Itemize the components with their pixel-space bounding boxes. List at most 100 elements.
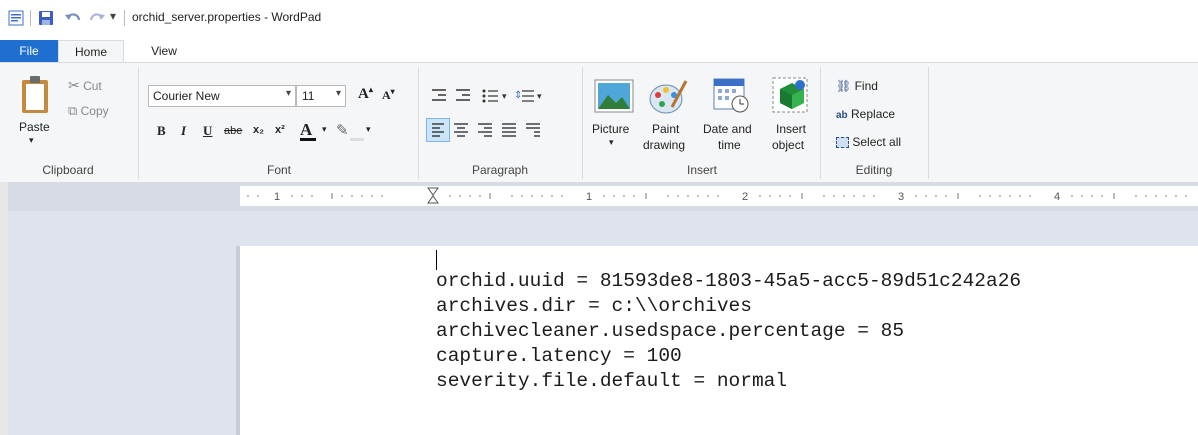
- undo-icon[interactable]: [64, 10, 82, 26]
- line-spacing-icon: [522, 90, 534, 102]
- group-divider: [138, 67, 139, 179]
- window-title: orchid_server.properties - WordPad: [132, 10, 322, 24]
- copy-button[interactable]: ⧉ Copy: [68, 103, 109, 119]
- scissors-icon: ✂: [68, 77, 80, 93]
- editing-group-label: Editing: [855, 163, 893, 177]
- italic-button[interactable]: I: [181, 123, 186, 139]
- wordpad-app-icon[interactable]: [8, 10, 24, 26]
- font-size-value: 11: [302, 89, 315, 103]
- copy-icon: ⧉: [68, 103, 78, 118]
- svg-text:⇕: ⇕: [514, 90, 522, 101]
- ruler-mark-3: 2: [742, 191, 748, 203]
- document-line[interactable]: orchid.uuid = 81593de8-1803-45a5-acc5-89…: [436, 270, 1021, 292]
- strikethrough-button[interactable]: abe: [224, 125, 242, 137]
- superscript-button[interactable]: x²: [275, 124, 285, 136]
- document-line[interactable]: archives.dir = c:\\orchives: [436, 295, 752, 317]
- window-left-border: [0, 182, 8, 435]
- copy-label: Copy: [80, 104, 109, 118]
- ruler-mark-1: 1: [274, 191, 280, 203]
- shrink-font-icon: A: [382, 88, 391, 102]
- group-divider: [820, 67, 821, 179]
- title-divider: [124, 10, 125, 26]
- paragraph-group-label: Paragraph: [471, 163, 529, 177]
- bullets-icon: [482, 89, 486, 103]
- bold-button[interactable]: B: [157, 123, 166, 139]
- paint-drawing-icon[interactable]: [648, 77, 688, 115]
- date-time-icon[interactable]: [712, 77, 752, 115]
- alignment-row: [432, 123, 540, 137]
- select-all-icon: [836, 137, 849, 149]
- font-family-select[interactable]: Courier New ▾: [148, 85, 296, 107]
- find-label: Find: [854, 79, 878, 93]
- clipboard-group-label: Clipboard: [42, 163, 94, 177]
- group-divider: [582, 67, 583, 179]
- paste-icon[interactable]: [20, 75, 50, 115]
- svg-text:▾: ▾: [537, 91, 542, 101]
- tab-file[interactable]: File: [0, 40, 58, 62]
- indent-marker-icon: [427, 187, 439, 204]
- text-color-icon: A: [300, 120, 313, 139]
- date-time-label-2[interactable]: time: [718, 138, 741, 152]
- group-divider: [928, 67, 929, 179]
- group-divider: [418, 67, 419, 179]
- date-time-label-1[interactable]: Date and: [703, 122, 752, 136]
- font-family-value: Courier New: [153, 89, 220, 103]
- paste-label[interactable]: Paste: [19, 120, 50, 134]
- chevron-down-icon[interactable]: ▾: [366, 124, 371, 135]
- chevron-down-icon: ▾: [335, 88, 341, 99]
- paste-dropdown-icon[interactable]: ▾: [29, 135, 34, 146]
- title-bar: ▾ orchid_server.properties - WordPad: [0, 0, 1198, 37]
- ruler[interactable]: 1 1 2 3 4: [240, 186, 1198, 206]
- customize-qat-icon[interactable]: ▾: [110, 9, 116, 23]
- paint-drawing-label-1[interactable]: Paint: [652, 122, 679, 136]
- ruler-mark-5: 4: [1054, 191, 1060, 203]
- qat-divider: [30, 10, 31, 26]
- text-caret: [436, 250, 437, 270]
- grow-font-button[interactable]: A▴: [358, 85, 373, 103]
- cut-label: Cut: [83, 79, 102, 93]
- document-line[interactable]: capture.latency = 100: [436, 345, 682, 367]
- insert-object-label-1[interactable]: Insert: [776, 122, 806, 136]
- font-size-select[interactable]: 11 ▾: [296, 85, 346, 107]
- highlight-swatch: [350, 138, 364, 141]
- insert-object-icon[interactable]: [770, 75, 810, 115]
- paragraph-settings-icon: [526, 123, 540, 137]
- font-group-label: Font: [266, 163, 291, 177]
- subscript-button[interactable]: x₂: [253, 124, 264, 136]
- replace-button[interactable]: ab Replace: [836, 107, 895, 121]
- replace-icon: ab: [836, 110, 848, 121]
- picture-icon[interactable]: [594, 79, 634, 113]
- paint-drawing-label-2[interactable]: drawing: [643, 138, 685, 152]
- grow-font-icon: A: [358, 86, 369, 102]
- replace-label: Replace: [851, 107, 896, 121]
- text-color-button[interactable]: A: [300, 120, 316, 141]
- find-button[interactable]: ⛓ Find: [836, 79, 878, 93]
- save-icon[interactable]: [38, 10, 54, 26]
- binoculars-icon: ⛓: [836, 79, 852, 93]
- svg-text:▾: ▾: [502, 91, 507, 101]
- document-line[interactable]: severity.file.default = normal: [436, 370, 787, 392]
- redo-icon[interactable]: [88, 10, 106, 26]
- shrink-font-button[interactable]: A▾: [382, 87, 395, 103]
- align-left-icon: [432, 123, 444, 137]
- select-all-button[interactable]: Select all: [836, 135, 901, 149]
- ribbon: Paste ▾ ✂ Cut ⧉ Copy Clipboard Courier N…: [0, 62, 1198, 184]
- tab-view[interactable]: View: [140, 40, 188, 62]
- tab-home[interactable]: Home: [58, 40, 124, 63]
- picture-label[interactable]: Picture: [592, 122, 629, 136]
- decrease-indent-icon: [432, 89, 446, 101]
- paragraph-top-row: ▾ ⇕ ▾: [432, 89, 542, 103]
- insert-object-label-2[interactable]: object: [772, 138, 804, 152]
- document-line[interactable]: archivecleaner.usedspace.percentage = 85: [436, 320, 904, 342]
- align-right-icon: [478, 123, 492, 137]
- highlight-color-icon[interactable]: ✎: [336, 121, 349, 139]
- ruler-mark-4: 3: [898, 191, 904, 203]
- chevron-down-icon: ▾: [285, 88, 291, 99]
- underline-button[interactable]: U: [203, 123, 212, 139]
- ruler-mark-2: 1: [586, 191, 592, 203]
- chevron-down-icon[interactable]: ▾: [322, 124, 327, 135]
- select-all-label: Select all: [852, 135, 902, 149]
- chevron-down-icon[interactable]: ▾: [609, 137, 614, 148]
- cut-button[interactable]: ✂ Cut: [68, 77, 102, 94]
- ribbon-tabs: File Home View: [0, 36, 1198, 63]
